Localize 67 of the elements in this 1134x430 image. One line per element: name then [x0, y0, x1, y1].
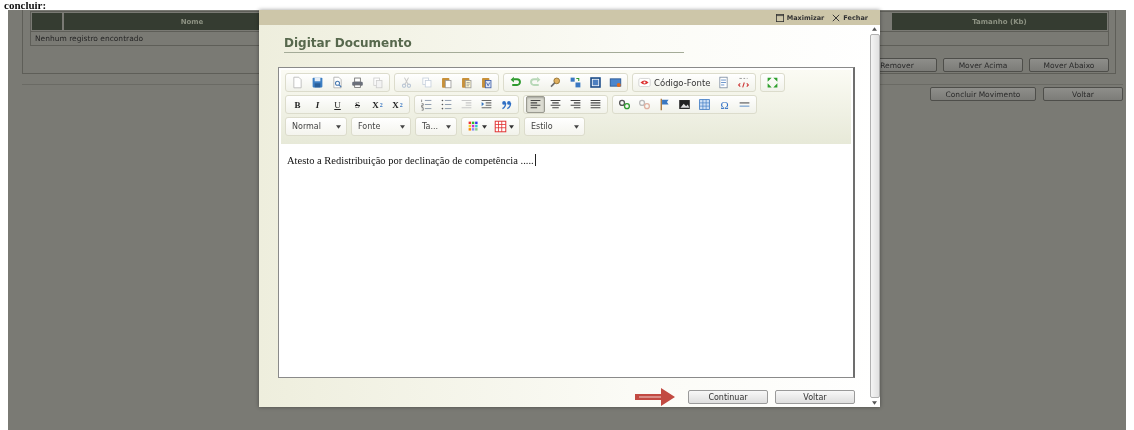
quote-marks-icon: [500, 98, 513, 111]
spellcheck-icon: [609, 76, 622, 89]
dialog-button[interactable]: Voltar: [775, 390, 855, 404]
document-text: Atesto a Redistribuição por declinação de competência .....: [287, 154, 534, 166]
scroll-down-icon[interactable]: [872, 401, 877, 405]
toolbar-dropdown[interactable]: Normal: [285, 117, 347, 136]
flag-icon: [658, 98, 671, 111]
caret-icon: [574, 124, 579, 129]
toolbar-dropdown[interactable]: Ta...: [415, 117, 457, 136]
pages-icon: [371, 76, 384, 89]
squares-icon: [467, 120, 480, 133]
redo-arrow-icon: [529, 76, 542, 89]
chain-link-icon: [638, 98, 651, 111]
close-icon: [832, 13, 841, 22]
eye-icon: [638, 76, 651, 89]
caret-icon: [446, 124, 451, 129]
format-button[interactable]: Ω: [715, 96, 734, 113]
four-arrows-icon: [766, 76, 780, 89]
scrollbar-thumb[interactable]: [869, 34, 880, 398]
scroll-up-icon[interactable]: [872, 27, 877, 31]
search-icon: [549, 76, 562, 89]
caret-icon: [336, 124, 341, 129]
picture-icon: [678, 98, 691, 111]
text-cursor: [534, 154, 536, 166]
indent-icon: [480, 98, 493, 111]
dialog-heading: Digitar Documento: [284, 36, 684, 53]
page-bars-icon: [717, 76, 731, 89]
format-button[interactable]: U: [328, 96, 347, 113]
align-right-icon: [569, 98, 582, 111]
format-button[interactable]: S: [348, 96, 367, 113]
format-button[interactable]: X$^{2}$: [388, 96, 407, 113]
table-grid-icon: [698, 98, 711, 111]
numbered-list-icon: [420, 98, 433, 111]
page-magnifier-icon: [331, 76, 344, 89]
caret-icon: [482, 124, 487, 129]
scissors-icon: [400, 76, 413, 89]
div-icon: [737, 76, 751, 89]
bulleted-list-icon: [440, 98, 453, 111]
window-icon: [775, 13, 784, 22]
grid-icon: [494, 120, 507, 133]
clipboard-icon: [460, 76, 473, 89]
heading: concluir:: [4, 0, 47, 10]
replace-icon: [569, 76, 582, 89]
page-icon: [291, 76, 304, 89]
format-button[interactable]: I: [308, 96, 327, 113]
toolbar-dropdown[interactable]: Estilo: [524, 117, 585, 136]
clipboard-icon: [480, 76, 493, 89]
scrollbar[interactable]: [870, 27, 879, 405]
align-left-button[interactable]: [526, 96, 545, 113]
pages-icon: [420, 76, 433, 89]
align-left-icon: [529, 98, 542, 111]
undo-arrow-icon: [509, 76, 522, 89]
justify-icon: [589, 98, 602, 111]
caret-icon: [509, 124, 514, 129]
outdent-icon: [460, 98, 473, 111]
format-button[interactable]: B: [288, 96, 307, 113]
table-header-cell: [32, 13, 62, 30]
right-arrow-icon: [635, 387, 675, 407]
dialog-button[interactable]: Continuar: [688, 390, 768, 404]
clipboard-icon: [440, 76, 453, 89]
printer-icon: [351, 76, 364, 89]
caret-icon: [400, 124, 405, 129]
chain-link-icon: [618, 98, 631, 111]
toolbar-dropdown[interactable]: Fonte: [351, 117, 411, 136]
align-center-icon: [549, 98, 562, 111]
source-code-button[interactable]: Código-Fonte: [635, 74, 714, 91]
select-all-icon: [589, 76, 602, 89]
